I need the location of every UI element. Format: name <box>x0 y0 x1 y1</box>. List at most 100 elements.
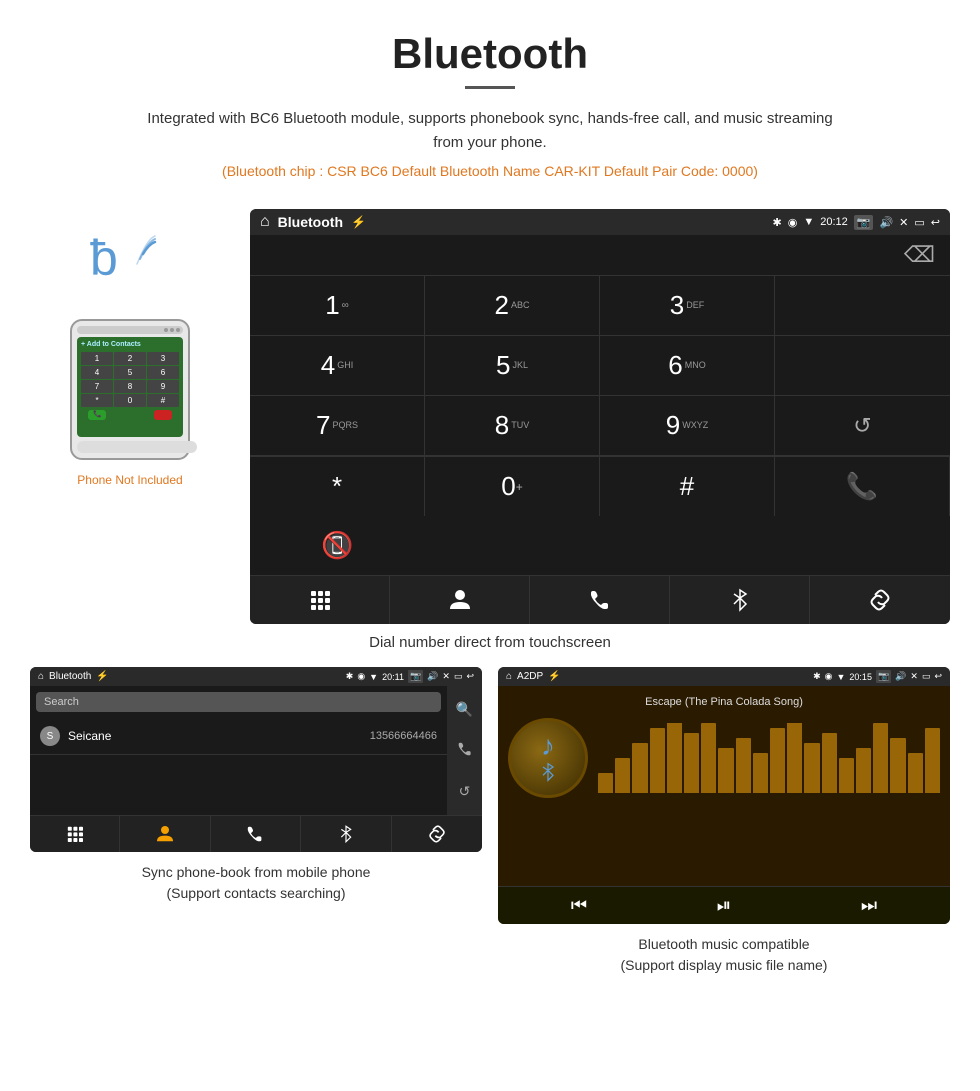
pb-time: 20:11 <box>382 672 404 682</box>
phone-top-bar <box>77 326 183 334</box>
backspace-button[interactable]: ⌫ <box>904 242 935 268</box>
dial-key-star[interactable]: * <box>250 457 425 516</box>
call-green-button[interactable]: 📞 <box>775 457 950 516</box>
volume-icon[interactable]: 🔊 <box>879 216 893 229</box>
phonebook-search-bar[interactable]: Search <box>36 692 441 712</box>
dial-key-5[interactable]: 5JKL <box>425 336 600 396</box>
phonebook-contact-item[interactable]: S Seicane 13566664466 <box>30 718 447 755</box>
phone-key-5[interactable]: 5 <box>114 366 146 379</box>
time-display: 20:12 <box>820 216 848 228</box>
phone-bottom-buttons: 📞 <box>81 410 179 420</box>
phone-key-0[interactable]: 0 <box>114 394 146 407</box>
phone-end-button[interactable] <box>154 410 172 420</box>
eq-bar <box>908 753 923 793</box>
dial-screen: ⌂ Bluetooth ⚡ ✱ ◉ ▼ 20:12 📷 🔊 ✕ ▭ ↩ <box>250 209 950 624</box>
pb-bluetooth-icon[interactable] <box>301 816 391 852</box>
phone-key-star[interactable]: * <box>81 394 113 407</box>
bluetooth-status-icon: ✱ <box>773 216 782 229</box>
pb-person-icon[interactable] <box>120 816 210 852</box>
bottom-person-icon[interactable] <box>390 576 530 624</box>
phone-key-hash[interactable]: # <box>147 394 179 407</box>
phonebook-caption: Sync phone-book from mobile phone (Suppo… <box>142 862 371 904</box>
music-win-icon[interactable]: ▭ <box>922 671 931 682</box>
phone-key-2[interactable]: 2 <box>114 352 146 365</box>
dial-key-7[interactable]: 7PQRS <box>250 396 425 456</box>
music-main-area: ♪ <box>508 718 940 798</box>
close-icon[interactable]: ✕ <box>899 216 908 229</box>
phone-home-button[interactable] <box>77 441 197 453</box>
dial-reload-cell[interactable]: ↺ <box>775 396 950 456</box>
next-button[interactable]: ⏭ <box>861 895 877 916</box>
home-icon[interactable]: ⌂ <box>260 213 270 231</box>
bottom-phone-icon[interactable] <box>530 576 670 624</box>
pb-grid-icon[interactable] <box>30 816 120 852</box>
dial-key-8[interactable]: 8TUV <box>425 396 600 456</box>
wifi-waves-icon <box>135 234 175 281</box>
dial-key-empty-2 <box>775 336 950 396</box>
music-controls: ⏮ ⏯ ⏭ <box>498 886 950 924</box>
music-close-icon[interactable]: ✕ <box>910 671 918 682</box>
bottom-grid-icon[interactable] <box>250 576 390 624</box>
main-content: ƀ + Add to Contacts <box>0 209 980 624</box>
phone-not-included-label: Phone Not Included <box>77 473 182 487</box>
pb-link-icon[interactable] <box>392 816 482 852</box>
music-back-icon[interactable]: ↩ <box>934 671 942 682</box>
dial-key-4[interactable]: 4GHI <box>250 336 425 396</box>
pb-search-icon[interactable]: 🔍 <box>456 701 473 718</box>
eq-bar <box>598 773 613 793</box>
play-pause-button[interactable]: ⏯ <box>717 895 731 916</box>
dial-key-6[interactable]: 6MNO <box>600 336 775 396</box>
music-wifi-icon: ▼ <box>837 672 846 682</box>
pb-phone-icon[interactable] <box>211 816 301 852</box>
bottom-screens: ⌂ Bluetooth ⚡ ✱ ◉ ▼ 20:11 📷 🔊 ✕ ▭ ↩ <box>0 667 980 976</box>
eq-bar <box>736 738 751 793</box>
pb-home-icon[interactable]: ⌂ <box>38 671 44 682</box>
phone-key-1[interactable]: 1 <box>81 352 113 365</box>
contact-name: Seicane <box>68 729 370 743</box>
contact-avatar: S <box>40 726 60 746</box>
pb-status-left: ⌂ Bluetooth ⚡ <box>38 671 109 682</box>
eq-bar <box>650 728 665 793</box>
dial-key-1[interactable]: 1∞ <box>250 276 425 336</box>
location-icon: ◉ <box>788 216 798 229</box>
music-title-label: A2DP <box>517 671 543 682</box>
prev-button[interactable]: ⏮ <box>571 895 587 916</box>
phone-key-6[interactable]: 6 <box>147 366 179 379</box>
pb-reload-icon[interactable]: ↺ <box>459 783 471 800</box>
eq-bar <box>925 728 940 793</box>
bottom-link-icon[interactable] <box>810 576 950 624</box>
phone-key-9[interactable]: 9 <box>147 380 179 393</box>
song-title: Escape (The Pina Colada Song) <box>645 696 803 708</box>
phonebook-sidebar: 🔍 ↺ <box>447 686 482 815</box>
dial-key-0[interactable]: 0+ <box>425 457 600 516</box>
equalizer <box>598 723 940 793</box>
pb-phone-sidebar-icon[interactable] <box>458 742 472 759</box>
pb-close-icon[interactable]: ✕ <box>442 671 450 682</box>
window-icon[interactable]: ▭ <box>914 216 924 229</box>
eq-bar <box>667 723 682 793</box>
pb-win-icon[interactable]: ▭ <box>454 671 463 682</box>
page-header: Bluetooth Integrated with BC6 Bluetooth … <box>0 0 980 209</box>
dial-key-3[interactable]: 3DEF <box>600 276 775 336</box>
dial-key-9[interactable]: 9WXYZ <box>600 396 775 456</box>
music-home-icon[interactable]: ⌂ <box>506 671 512 682</box>
dial-key-2[interactable]: 2ABC <box>425 276 600 336</box>
music-loc-icon: ◉ <box>825 671 833 682</box>
page-container: Bluetooth Integrated with BC6 Bluetooth … <box>0 0 980 976</box>
phone-key-8[interactable]: 8 <box>114 380 146 393</box>
camera-icon[interactable]: 📷 <box>854 215 874 230</box>
search-placeholder: Search <box>44 696 79 708</box>
phone-call-button[interactable]: 📞 <box>88 410 106 420</box>
eq-bar <box>822 733 837 793</box>
phone-key-7[interactable]: 7 <box>81 380 113 393</box>
pb-back-icon[interactable]: ↩ <box>466 671 474 682</box>
call-red-button[interactable]: 📵 <box>250 516 425 575</box>
back-icon[interactable]: ↩ <box>931 216 940 229</box>
bottom-bluetooth-icon[interactable] <box>670 576 810 624</box>
bluetooth-symbol-icon: ƀ <box>90 229 118 287</box>
dial-key-hash[interactable]: # <box>600 457 775 516</box>
phone-key-4[interactable]: 4 <box>81 366 113 379</box>
music-status-bar: ⌂ A2DP ⚡ ✱ ◉ ▼ 20:15 📷 🔊 ✕ ▭ ↩ <box>498 667 950 686</box>
phone-key-3[interactable]: 3 <box>147 352 179 365</box>
music-usb-icon: ⚡ <box>548 671 560 682</box>
